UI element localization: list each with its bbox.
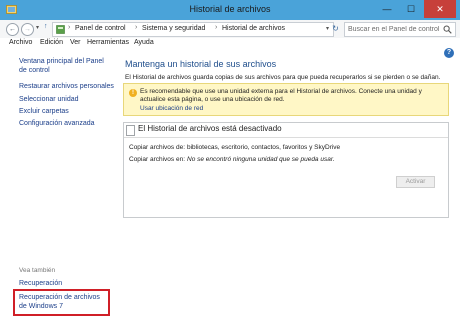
highlight-box bbox=[13, 289, 110, 316]
menu-ayuda[interactable]: Ayuda bbox=[134, 39, 154, 46]
maximize-button[interactable]: ☐ bbox=[400, 0, 422, 18]
page-description: El Historial de archivos guarda copias d… bbox=[125, 74, 441, 81]
status-heading: El Historial de archivos está desactivad… bbox=[138, 124, 282, 133]
breadcrumb-separator: › bbox=[68, 24, 71, 31]
forward-button[interactable]: → bbox=[21, 23, 34, 36]
copy-from-value: bibliotecas, escritorio, contactos, favo… bbox=[187, 144, 341, 151]
notice-text: Es recomendable que use una unidad exter… bbox=[140, 88, 422, 103]
address-dropdown-button[interactable]: ▾ bbox=[326, 25, 329, 32]
see-also-label: Vea también bbox=[19, 267, 56, 274]
sidebar-item-select-drive[interactable]: Seleccionar unidad bbox=[19, 95, 79, 104]
file-history-status-panel: El Historial de archivos está desactivad… bbox=[123, 122, 449, 218]
breadcrumb-item-system-security[interactable]: Sistema y seguridad bbox=[142, 25, 205, 32]
close-button[interactable]: ✕ bbox=[424, 0, 456, 18]
breadcrumb[interactable]: › Panel de control › Sistema y seguridad… bbox=[52, 22, 334, 37]
recent-locations-button[interactable]: ▾ bbox=[36, 24, 39, 31]
search-icon[interactable] bbox=[443, 25, 452, 34]
drive-status-icon bbox=[126, 125, 135, 136]
breadcrumb-separator: › bbox=[215, 24, 218, 31]
menu-bar: Archivo Edición Ver Herramientas Ayuda bbox=[0, 38, 460, 49]
menu-edicion[interactable]: Edición bbox=[40, 39, 63, 46]
page-title: Mantenga un historial de sus archivos bbox=[125, 59, 277, 69]
sidebar-item-advanced-settings[interactable]: Configuración avanzada bbox=[19, 119, 95, 128]
menu-archivo[interactable]: Archivo bbox=[9, 39, 32, 46]
external-drive-notice: ! Es recomendable que use una unidad ext… bbox=[123, 83, 449, 116]
copy-from-label: Copiar archivos de: bbox=[129, 144, 185, 151]
address-bar: ← → ▾ ↑ › Panel de control › Sistema y s… bbox=[0, 20, 460, 39]
control-panel-icon bbox=[56, 25, 65, 34]
menu-herramientas[interactable]: Herramientas bbox=[87, 39, 129, 46]
copy-to-label: Copiar archivos en: bbox=[129, 156, 185, 163]
info-warning-icon: ! bbox=[129, 89, 137, 97]
copy-to-value: No se encontró ninguna unidad que se pue… bbox=[187, 156, 335, 163]
main-pane: Mantenga un historial de sus archivos El… bbox=[116, 50, 460, 323]
breadcrumb-item-file-history[interactable]: Historial de archivos bbox=[222, 25, 285, 32]
sidebar-item-restore-files[interactable]: Restaurar archivos personales bbox=[19, 82, 114, 91]
breadcrumb-separator: › bbox=[135, 24, 138, 31]
breadcrumb-item-control-panel[interactable]: Panel de control bbox=[75, 25, 126, 32]
activate-button[interactable]: Activar bbox=[396, 176, 435, 188]
back-button[interactable]: ← bbox=[6, 23, 19, 36]
menu-ver[interactable]: Ver bbox=[70, 39, 81, 46]
search-input[interactable] bbox=[348, 24, 440, 34]
refresh-button[interactable]: ↻ bbox=[330, 23, 341, 34]
title-bar: Historial de archivos — ☐ ✕ bbox=[0, 0, 460, 20]
minimize-button[interactable]: — bbox=[376, 0, 398, 18]
divider bbox=[124, 137, 448, 138]
use-network-location-link[interactable]: Usar ubicación de red bbox=[140, 105, 203, 112]
search-box bbox=[344, 22, 456, 37]
sidebar-item-control-panel-home[interactable]: Ventana principal del Panel de control bbox=[19, 57, 109, 75]
file-history-window: Historial de archivos — ☐ ✕ ← → ▾ ↑ › Pa… bbox=[0, 0, 460, 323]
sidebar-item-exclude-folders[interactable]: Excluir carpetas bbox=[19, 107, 69, 116]
up-button[interactable]: ↑ bbox=[44, 23, 48, 30]
see-also-recovery-link[interactable]: Recuperación bbox=[19, 279, 62, 288]
